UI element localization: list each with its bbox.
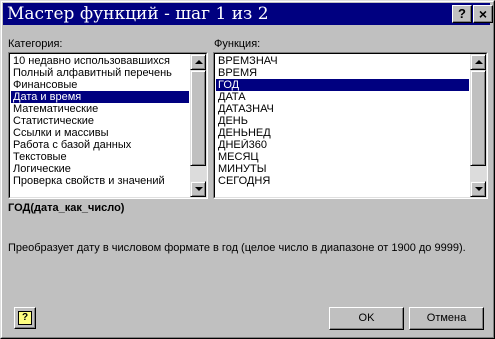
function-list-item[interactable]: МИНУТЫ <box>216 163 469 175</box>
category-list-item[interactable]: 10 недавно использовавшихся <box>11 55 189 67</box>
category-scroll-down-button[interactable] <box>190 181 206 197</box>
category-scrollbar[interactable] <box>190 54 206 197</box>
function-scroll-thumb[interactable] <box>470 70 486 166</box>
title-bar[interactable]: Мастер функций - шаг 1 из 2 ? × <box>3 3 493 25</box>
function-listbox-frame: ВРЕМЗНАЧ ВРЕМЯ ГОД ДАТА ДАТАЗНАЧ ДЕНЬ ДЕНЬНЕД Д… <box>214 53 487 198</box>
function-wizard-dialog: Мастер функций - шаг 1 из 2 ? × Категори… <box>0 0 495 339</box>
function-list-item[interactable]: ГОД <box>216 79 469 91</box>
category-list-item[interactable]: Статистические <box>11 115 189 127</box>
dialog-title: Мастер функций - шаг 1 из 2 <box>7 4 269 24</box>
arrow-down-icon <box>475 187 483 191</box>
category-items: 10 недавно использовавшихся Полный алфави… <box>11 55 189 187</box>
category-list-item[interactable]: Ссылки и массивы <box>11 127 189 139</box>
category-list-item[interactable]: Работа с базой данных <box>11 139 189 151</box>
category-list-item[interactable]: Полный алфавитный перечень <box>11 67 189 79</box>
function-scroll-down-button[interactable] <box>470 181 486 197</box>
arrow-up-icon <box>195 60 203 64</box>
function-list-item[interactable]: СЕГОДНЯ <box>216 175 469 187</box>
function-listbox[interactable]: ВРЕМЗНАЧ ВРЕМЯ ГОД ДАТА ДАТАЗНАЧ ДЕНЬ ДЕНЬНЕД Д… <box>213 52 488 199</box>
category-list-item[interactable]: Математические <box>11 103 189 115</box>
category-listbox[interactable]: 10 недавно использовавшихся Полный алфави… <box>8 52 208 199</box>
category-list-item[interactable]: Дата и время <box>11 91 189 103</box>
function-label: Функция: <box>214 38 261 50</box>
category-listbox-frame: 10 недавно использовавшихся Полный алфави… <box>9 53 207 198</box>
function-syntax: ГОД(дата_как_число) <box>8 202 125 214</box>
cancel-button[interactable]: Отмена <box>409 307 484 330</box>
ok-button[interactable]: OK <box>329 307 404 330</box>
function-description: Преобразует дату в числовом формате в го… <box>8 242 466 254</box>
function-scrollbar[interactable] <box>470 54 486 197</box>
function-list-item[interactable]: ДЕНЬНЕД <box>216 127 469 139</box>
help-button[interactable]: ? <box>14 307 36 329</box>
function-list-item[interactable]: МЕСЯЦ <box>216 151 469 163</box>
question-icon: ? <box>18 311 32 325</box>
arrow-up-icon <box>475 60 483 64</box>
arrow-down-icon <box>195 187 203 191</box>
title-help-button[interactable]: ? <box>452 5 472 23</box>
function-list-item[interactable]: ДЕНЬ <box>216 115 469 127</box>
function-list-item[interactable]: ДНЕЙ360 <box>216 139 469 151</box>
function-items: ВРЕМЗНАЧ ВРЕМЯ ГОД ДАТА ДАТАЗНАЧ ДЕНЬ ДЕНЬНЕД Д… <box>216 55 469 187</box>
category-label: Категория: <box>8 38 63 50</box>
category-list-item[interactable]: Текстовые <box>11 151 189 163</box>
function-list-item[interactable]: ВРЕМЯ <box>216 67 469 79</box>
category-scroll-thumb[interactable] <box>190 70 206 166</box>
category-list-item[interactable]: Проверка свойств и значений <box>11 175 189 187</box>
function-list-item[interactable]: ВРЕМЗНАЧ <box>216 55 469 67</box>
category-scroll-up-button[interactable] <box>190 54 206 70</box>
function-scroll-up-button[interactable] <box>470 54 486 70</box>
function-list-item[interactable]: ДАТА <box>216 91 469 103</box>
category-list-item[interactable]: Финансовые <box>11 79 189 91</box>
category-list-item[interactable]: Логические <box>11 163 189 175</box>
title-close-button[interactable]: × <box>473 5 493 23</box>
function-list-item[interactable]: ДАТАЗНАЧ <box>216 103 469 115</box>
